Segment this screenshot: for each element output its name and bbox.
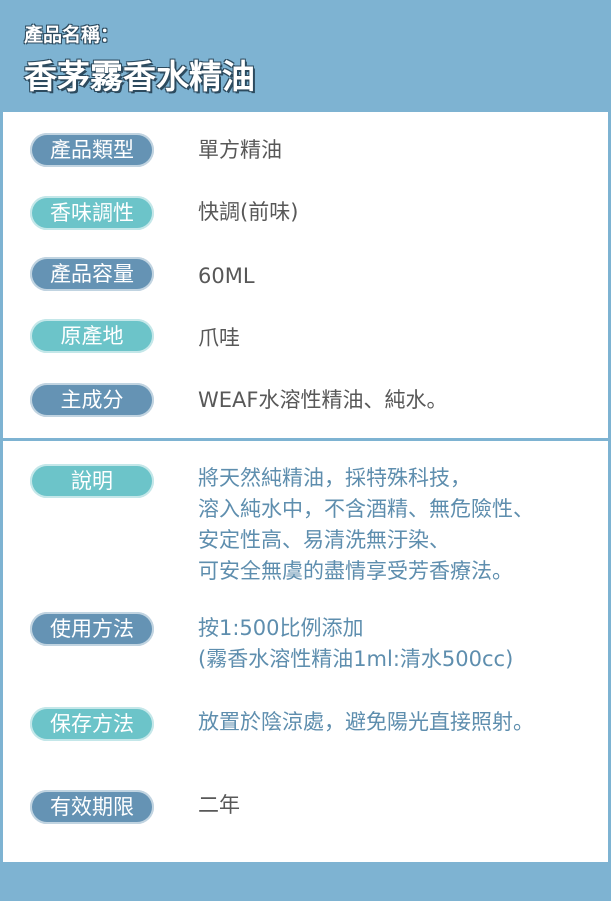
spec-label-type: 產品類型 (30, 133, 154, 167)
spec-value-type: 單方精油 (198, 138, 282, 162)
detail-value-storage: 放置於陰涼處，避免陽光直接照射。 (198, 710, 534, 734)
description-line: 將天然純精油，採特殊科技， (198, 466, 471, 490)
spec-label-ingredients: 主成分 (30, 383, 154, 417)
detail-label-storage: 保存方法 (30, 707, 154, 741)
detail-panel: 說明 將天然純精油，採特殊科技， 溶入純水中，不含酒精、無危險性、 安定性高、易… (3, 441, 608, 862)
spec-label-origin: 原產地 (30, 319, 154, 353)
detail-value-shelf-life: 二年 (198, 793, 240, 817)
spec-label-scent: 香味調性 (30, 196, 154, 230)
spec-value-ingredients: WEAF水溶性精油、純水。 (198, 388, 448, 412)
spec-value-origin: 爪哇 (198, 326, 240, 350)
spec-value-scent: 快調(前味) (198, 200, 299, 224)
detail-value-usage: 按1:500比例添加 (霧香水溶性精油1ml:清水500cc) (198, 613, 598, 675)
usage-line: (霧香水溶性精油1ml:清水500cc) (198, 647, 514, 671)
spec-value-volume: 60ML (198, 264, 255, 288)
product-name-label: 產品名稱： (24, 24, 120, 46)
usage-line: 按1:500比例添加 (198, 616, 364, 640)
detail-value-description: 將天然純精油，採特殊科技， 溶入純水中，不含酒精、無危險性、 安定性高、易清洗無… (198, 463, 598, 587)
product-header: 產品名稱： 香茅霧香水精油 (0, 0, 611, 112)
detail-label-shelf-life: 有效期限 (30, 790, 154, 824)
detail-label-description: 說明 (30, 464, 154, 498)
product-title: 香茅霧香水精油 (24, 57, 255, 96)
footer-divider (3, 862, 608, 865)
detail-label-usage: 使用方法 (30, 612, 154, 646)
description-line: 可安全無虞的盡情享受芳香療法。 (198, 559, 513, 583)
spec-panel: 產品類型 單方精油 香味調性 快調(前味) 產品容量 60ML 原產地 爪哇 主… (3, 112, 608, 438)
spec-label-volume: 產品容量 (30, 257, 154, 291)
description-line: 安定性高、易清洗無汙染、 (198, 528, 450, 552)
description-line: 溶入純水中，不含酒精、無危險性、 (198, 497, 534, 521)
